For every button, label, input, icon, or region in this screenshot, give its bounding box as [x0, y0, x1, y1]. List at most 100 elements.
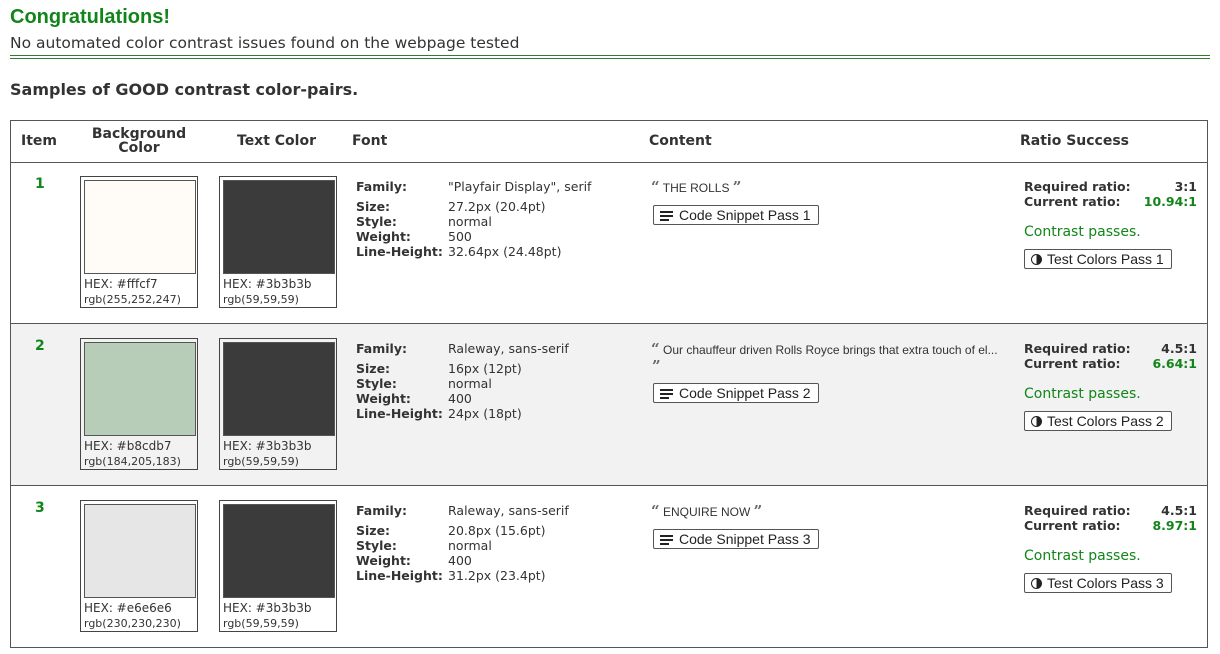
table-row: 1 HEX: #fffcf7 rgb(255,252,247) HEX: #3b… [11, 162, 1207, 324]
text-color-rgb: rgb(59,59,59) [223, 617, 299, 630]
background-hex: HEX: #e6e6e6 [84, 601, 172, 615]
text-color-hex: HEX: #3b3b3b [223, 277, 312, 291]
font-weight-value: 400 [448, 391, 472, 406]
background-color-sample: HEX: #e6e6e6 rgb(230,230,230) [80, 500, 198, 632]
font-style-label: Style: [356, 538, 397, 553]
quote-open-icon: “ [651, 178, 660, 196]
contrast-icon [1031, 578, 1042, 589]
lines-icon [660, 211, 673, 221]
font-weight-value: 400 [448, 553, 472, 568]
background-swatch [84, 180, 196, 274]
font-family-label: Family: [356, 341, 407, 356]
quote-close-icon: ” [652, 357, 661, 375]
background-rgb: rgb(255,252,247) [84, 293, 181, 306]
item-number: 3 [35, 500, 45, 516]
contrast-pass-message: Contrast passes. [1024, 386, 1141, 402]
quote-close-icon: ” [732, 178, 742, 196]
test-colors-button[interactable]: Test Colors Pass 3 [1024, 573, 1172, 593]
table-row: 2 HEX: #b8cdb7 rgb(184,205,183) HEX: #3b… [11, 324, 1207, 486]
font-style-value: normal [448, 376, 492, 391]
text-color-sample: HEX: #3b3b3b rgb(59,59,59) [219, 338, 337, 470]
background-rgb: rgb(230,230,230) [84, 617, 181, 630]
page-subtitle: No automated color contrast issues found… [10, 34, 520, 52]
line-height-label: Line-Height: [356, 568, 443, 583]
background-hex: HEX: #b8cdb7 [84, 439, 172, 453]
font-style-value: normal [448, 538, 492, 553]
test-colors-label: Test Colors Pass 2 [1047, 413, 1164, 429]
code-snippet-button[interactable]: Code Snippet Pass 1 [653, 205, 819, 225]
required-ratio-value: 3:1 [1174, 179, 1197, 194]
background-hex: HEX: #fffcf7 [84, 277, 158, 291]
quote-open-icon: “ [651, 340, 660, 358]
column-header-ratio: Ratio Success [1020, 133, 1130, 149]
content-text: THE ROLLS [662, 181, 730, 195]
code-snippet-button[interactable]: Code Snippet Pass 3 [653, 529, 819, 549]
test-colors-button[interactable]: Test Colors Pass 1 [1024, 249, 1172, 269]
quote-open-icon: “ [651, 502, 660, 520]
font-family-value: Raleway, sans-serif [448, 341, 569, 356]
text-color-sample: HEX: #3b3b3b rgb(59,59,59) [219, 176, 337, 308]
background-color-sample: HEX: #b8cdb7 rgb(184,205,183) [80, 338, 198, 470]
current-ratio-label: Current ratio: [1024, 518, 1121, 533]
text-color-swatch [223, 180, 335, 274]
required-ratio-label: Required ratio: [1024, 179, 1131, 194]
line-height-label: Line-Height: [356, 406, 443, 421]
text-color-swatch [223, 504, 335, 598]
content-sample: “ ENQUIRE NOW ” [651, 502, 1011, 520]
content-sample: “ Our chauffeur driven Rolls Royce bring… [651, 340, 1011, 358]
font-weight-label: Weight: [356, 553, 411, 568]
required-ratio-value: 4.5:1 [1161, 341, 1197, 356]
divider [10, 58, 1210, 59]
font-size-value: 16px (12pt) [448, 361, 522, 376]
background-color-sample: HEX: #fffcf7 rgb(255,252,247) [80, 176, 198, 308]
line-height-label: Line-Height: [356, 244, 443, 259]
required-ratio-label: Required ratio: [1024, 341, 1131, 356]
content-text: ENQUIRE NOW [662, 505, 751, 519]
code-snippet-label: Code Snippet Pass 3 [679, 531, 811, 547]
contrast-pass-message: Contrast passes. [1024, 224, 1141, 240]
font-weight-value: 500 [448, 229, 472, 244]
font-size-label: Size: [356, 361, 391, 376]
font-family-label: Family: [356, 503, 407, 518]
divider [10, 55, 1210, 56]
column-header-text-color: Text Color [237, 133, 316, 149]
code-snippet-button[interactable]: Code Snippet Pass 2 [653, 383, 819, 403]
required-ratio-value: 4.5:1 [1161, 503, 1197, 518]
current-ratio-value: 8.97:1 [1152, 518, 1197, 533]
font-weight-label: Weight: [356, 229, 411, 244]
current-ratio-value: 10.94:1 [1143, 194, 1197, 209]
text-color-rgb: rgb(59,59,59) [223, 293, 299, 306]
font-size-label: Size: [356, 523, 391, 538]
test-colors-button[interactable]: Test Colors Pass 2 [1024, 411, 1172, 431]
code-snippet-label: Code Snippet Pass 2 [679, 385, 811, 401]
font-family-value: "Playfair Display", serif [448, 179, 592, 194]
contrast-pass-message: Contrast passes. [1024, 548, 1141, 564]
line-height-value: 31.2px (23.4pt) [448, 568, 546, 583]
code-snippet-label: Code Snippet Pass 1 [679, 207, 811, 223]
contrast-icon [1031, 254, 1042, 265]
page-title: Congratulations! [10, 6, 170, 28]
test-colors-label: Test Colors Pass 1 [1047, 251, 1164, 267]
content-sample: “ THE ROLLS ” [651, 178, 1011, 196]
background-swatch [84, 504, 196, 598]
column-header-content: Content [649, 133, 712, 149]
font-weight-label: Weight: [356, 391, 411, 406]
lines-icon [660, 389, 673, 399]
item-number: 2 [35, 338, 45, 354]
line-height-value: 24px (18pt) [448, 406, 522, 421]
background-swatch [84, 342, 196, 436]
text-color-rgb: rgb(59,59,59) [223, 455, 299, 468]
table-header: Item Background Color Text Color Font Co… [11, 121, 1207, 163]
item-number: 1 [35, 176, 45, 192]
results-table: Item Background Color Text Color Font Co… [10, 120, 1208, 648]
current-ratio-label: Current ratio: [1024, 356, 1121, 371]
test-colors-label: Test Colors Pass 3 [1047, 575, 1164, 591]
font-style-value: normal [448, 214, 492, 229]
text-color-hex: HEX: #3b3b3b [223, 439, 312, 453]
current-ratio-label: Current ratio: [1024, 194, 1121, 209]
section-title: Samples of GOOD contrast color-pairs. [10, 80, 359, 99]
font-style-label: Style: [356, 376, 397, 391]
content-text: Our chauffeur driven Rolls Royce brings … [662, 343, 998, 357]
current-ratio-value: 6.64:1 [1152, 356, 1197, 371]
line-height-value: 32.64px (24.48pt) [448, 244, 562, 259]
